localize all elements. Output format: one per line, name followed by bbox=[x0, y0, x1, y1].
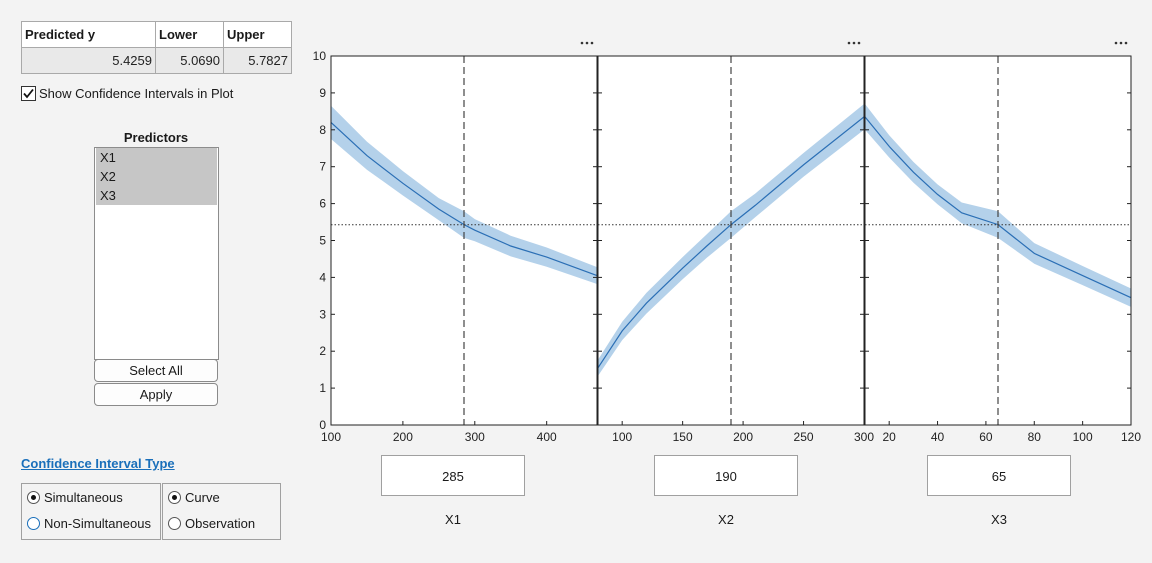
x2-axis-label: X2 bbox=[718, 512, 734, 527]
ellipsis-dot bbox=[847, 41, 851, 45]
observation-label: Observation bbox=[185, 516, 256, 531]
y-tick-label: 9 bbox=[319, 86, 326, 100]
ci-simultaneity-group: Simultaneous Non-Simultaneous bbox=[21, 483, 161, 540]
subplot-x3: 20 40 60 80 100 120 bbox=[864, 41, 1141, 444]
y-tick-label: 3 bbox=[319, 307, 326, 321]
y-tick-label: 5 bbox=[319, 234, 326, 248]
x-tick-label: 100 bbox=[612, 430, 632, 444]
x-tick-label: 300 bbox=[465, 430, 485, 444]
non-simultaneous-radio[interactable] bbox=[27, 517, 40, 530]
y-tick-label: 7 bbox=[319, 160, 326, 174]
x-tick-label: 40 bbox=[931, 430, 945, 444]
y-tick-label: 4 bbox=[319, 270, 326, 284]
y-tick-label: 6 bbox=[319, 197, 326, 211]
x-tick-label: 300 bbox=[854, 430, 874, 444]
ellipsis-dot bbox=[1114, 41, 1118, 45]
x1-axis-label: X1 bbox=[445, 512, 461, 527]
non-simultaneous-label: Non-Simultaneous bbox=[44, 516, 151, 531]
x-tick-label: 100 bbox=[321, 430, 341, 444]
x3-axis-label: X3 bbox=[991, 512, 1007, 527]
x-tick-label: 80 bbox=[1028, 430, 1042, 444]
curve-label: Curve bbox=[185, 490, 220, 505]
ellipsis-icon[interactable] bbox=[1114, 41, 1128, 45]
y-tick-label: 1 bbox=[319, 381, 326, 395]
subplot-x1: 100 200 300 400 bbox=[321, 41, 598, 444]
plot-panels: 100 200 300 400 100 150 200 250 300 20 40 60 80 100 12… bbox=[321, 41, 1141, 444]
subplot-x2: 100 150 200 250 300 bbox=[597, 41, 874, 444]
ellipsis-dot bbox=[852, 41, 856, 45]
y-tick-label: 2 bbox=[319, 344, 326, 358]
ellipsis-dot bbox=[580, 41, 584, 45]
prediction-slice-plot[interactable]: 012345678910 100 200 300 400 100 150 200 250 300… bbox=[0, 0, 1152, 450]
ellipsis-icon[interactable] bbox=[580, 41, 594, 45]
ellipsis-dot bbox=[590, 41, 594, 45]
ellipsis-dot bbox=[1124, 41, 1128, 45]
ci-bound-type-group: Curve Observation bbox=[162, 483, 281, 540]
y-tick-label: 8 bbox=[319, 123, 326, 137]
ellipsis-dot bbox=[857, 41, 861, 45]
y-tick-label: 10 bbox=[313, 49, 327, 63]
simultaneous-label: Simultaneous bbox=[44, 490, 123, 505]
x-tick-label: 20 bbox=[883, 430, 897, 444]
x3-value-field[interactable]: 65 bbox=[927, 455, 1071, 496]
x-tick-label: 200 bbox=[393, 430, 413, 444]
curve-radio[interactable] bbox=[168, 491, 181, 504]
observation-radio[interactable] bbox=[168, 517, 181, 530]
x1-value-field[interactable]: 285 bbox=[381, 455, 525, 496]
x-tick-label: 60 bbox=[979, 430, 993, 444]
y-axis: 012345678910 bbox=[313, 49, 327, 432]
x-tick-label: 100 bbox=[1073, 430, 1093, 444]
x-tick-label: 200 bbox=[733, 430, 753, 444]
x2-value-field[interactable]: 190 bbox=[654, 455, 798, 496]
x-tick-label: 250 bbox=[794, 430, 814, 444]
ellipsis-dot bbox=[1119, 41, 1123, 45]
x-tick-label: 150 bbox=[673, 430, 693, 444]
x-tick-label: 400 bbox=[537, 430, 557, 444]
ellipsis-icon[interactable] bbox=[847, 41, 861, 45]
ci-type-title[interactable]: Confidence Interval Type bbox=[21, 456, 175, 471]
ellipsis-dot bbox=[585, 41, 589, 45]
x-tick-label: 120 bbox=[1121, 430, 1141, 444]
simultaneous-radio[interactable] bbox=[27, 491, 40, 504]
